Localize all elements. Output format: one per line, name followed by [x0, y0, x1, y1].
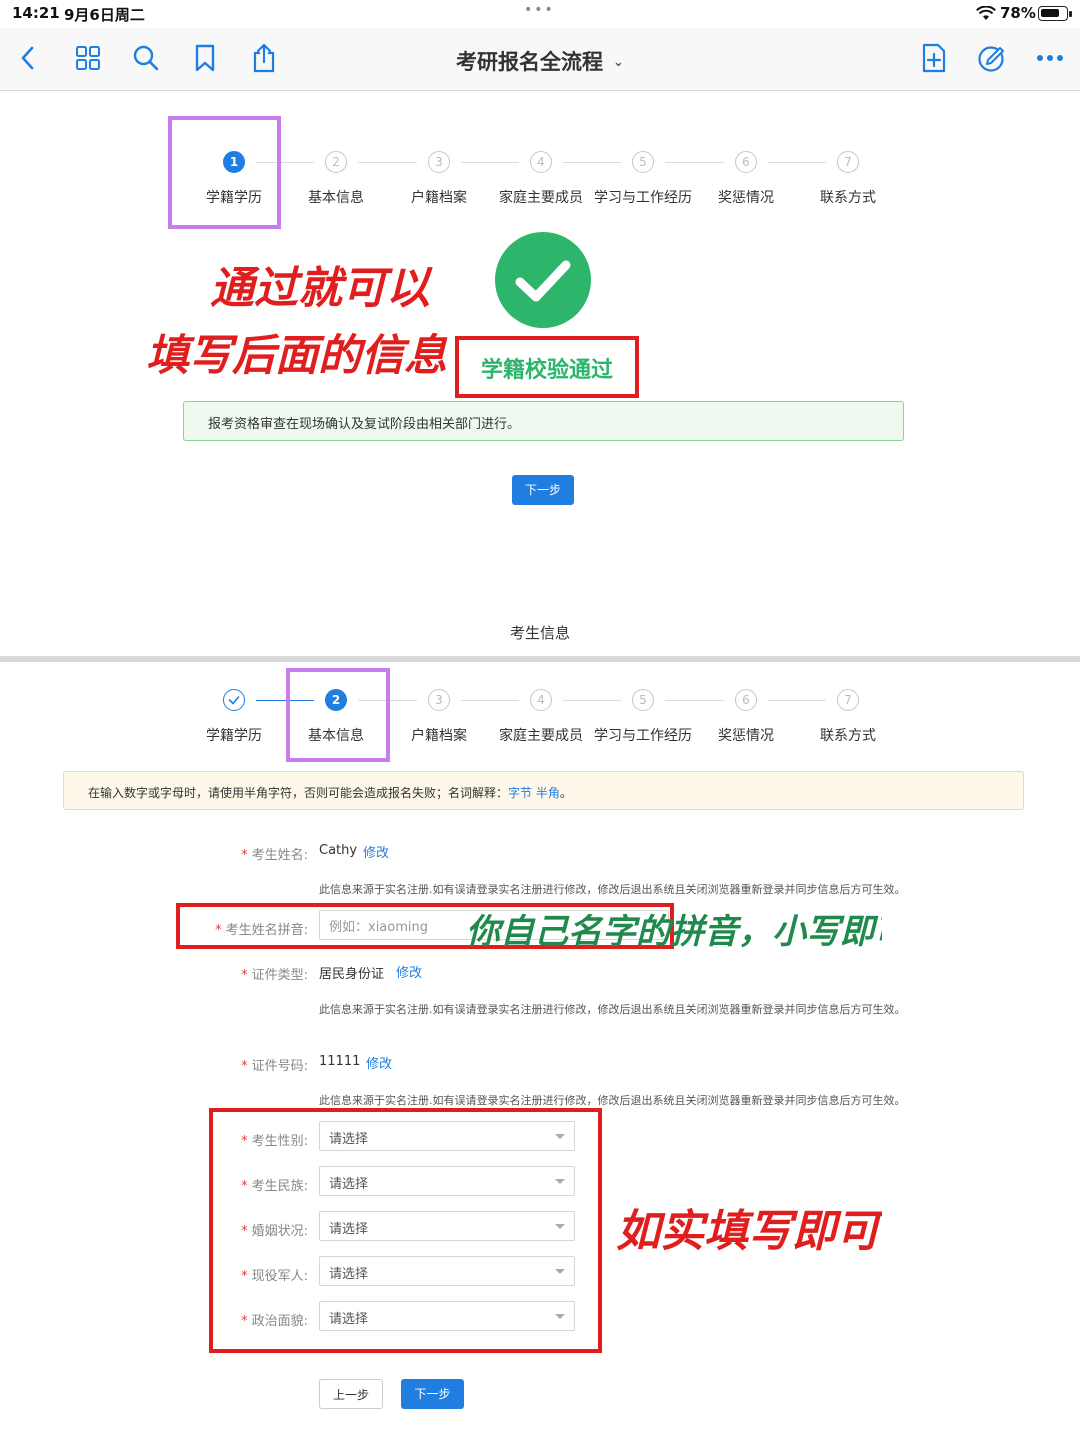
- link-halfwidth[interactable]: 半角: [536, 786, 560, 800]
- required-mark: *: [241, 968, 248, 983]
- id-type-label: * 证件类型:: [148, 964, 308, 983]
- annotation-fill: 如实填写即可: [616, 1206, 882, 1257]
- id-number-label-text: 证件号码:: [251, 1059, 308, 1074]
- document-title-text: 考研报名全流程: [456, 50, 604, 74]
- handwritten-annotation-1: 通过就可以 填写后面的信息了: [146, 263, 450, 381]
- id-type-hint: 此信息来源于实名注册.如有误请登录实名注册进行修改，修改后退出系统且关闭浏览器重…: [319, 1003, 906, 1016]
- battery-icon: [1038, 6, 1072, 21]
- step-number: 3: [428, 151, 450, 173]
- id-type-label-text: 证件类型:: [251, 968, 308, 983]
- edit-name-link[interactable]: 修改: [363, 842, 389, 861]
- annotation-line-2: 填写后面的信息了: [146, 331, 450, 381]
- step-connector: [768, 162, 826, 163]
- step-number: 7: [837, 151, 859, 173]
- step-connector: [563, 162, 621, 163]
- step-label: 奖惩情况: [718, 190, 774, 206]
- eligibility-notice: 报考资格审查在现场确认及复试阶段由相关部门进行。: [183, 401, 904, 441]
- highlight-box-step-2: [286, 668, 390, 762]
- multitask-dots[interactable]: •••: [524, 2, 555, 18]
- markup-icon[interactable]: [976, 42, 1008, 74]
- edit-id-type-link[interactable]: 修改: [396, 962, 422, 981]
- step-connector: [461, 700, 519, 701]
- success-message: 学籍校验通过: [480, 358, 613, 383]
- chevron-down-icon[interactable]: ⌄: [613, 55, 624, 70]
- step-label: 联系方式: [820, 190, 876, 206]
- eligibility-notice-text: 报考资格审查在现场确认及复试阶段由相关部门进行。: [208, 417, 521, 432]
- step-label: 学习与工作经历: [594, 190, 692, 206]
- screenshot-divider: [0, 656, 1080, 662]
- step-connector: [665, 700, 724, 701]
- step-label: 家庭主要成员: [499, 728, 583, 744]
- step-label: 户籍档案: [411, 190, 467, 206]
- id-number-value: 11111: [319, 1054, 361, 1069]
- step-connector: [461, 162, 519, 163]
- handwritten-annotation-fill: 如实填写即可: [616, 1206, 882, 1257]
- annotation-pinyin: 你自己名字的拼音，小写即可: [466, 912, 882, 952]
- name-label-text: 考生姓名:: [251, 848, 308, 863]
- step-number: 6: [735, 689, 757, 711]
- prev-step-button[interactable]: 上一步: [319, 1379, 383, 1409]
- add-page-icon[interactable]: [918, 42, 950, 74]
- battery-fill: [1041, 9, 1059, 17]
- step-number: 7: [837, 689, 859, 711]
- id-number-hint: 此信息来源于实名注册.如有误请登录实名注册进行修改，修改后退出系统且关闭浏览器重…: [319, 1094, 906, 1107]
- step-label: 联系方式: [820, 728, 876, 744]
- step-number: 4: [530, 151, 552, 173]
- step-number: 5: [632, 151, 654, 173]
- step-number: 4: [530, 689, 552, 711]
- handwritten-annotation-pinyin: 你自己名字的拼音，小写即可: [466, 912, 882, 952]
- step-label: 奖惩情况: [718, 728, 774, 744]
- link-byte[interactable]: 字节: [508, 786, 532, 800]
- step-connector: [358, 162, 417, 163]
- required-mark: *: [241, 1059, 248, 1074]
- highlight-box-selects: [209, 1108, 602, 1353]
- halfwidth-notice: 在输入数字或字母时，请使用半角字符，否则可能会造成报名失败；名词解释：字节 半角…: [63, 771, 1024, 810]
- notice-end: 。: [559, 786, 572, 800]
- annotation-line-1: 通过就可以: [210, 263, 433, 314]
- step-number: 3: [428, 689, 450, 711]
- status-bar: 14:21 9月6日周二 ••• 78%: [0, 0, 1080, 28]
- name-label: * 考生姓名:: [148, 844, 308, 863]
- status-time: 14:21: [12, 4, 60, 22]
- wifi-icon: [976, 5, 996, 25]
- step-label: 户籍档案: [411, 728, 467, 744]
- step-label: 学籍学历: [206, 728, 262, 744]
- more-icon[interactable]: [1034, 42, 1066, 74]
- check-circle-icon: [495, 232, 591, 328]
- next-step-button-1[interactable]: 下一步: [512, 475, 574, 505]
- stepper-section-1: 1 学籍学历 2 基本信息 3 户籍档案 4 家庭主要成员 5 学习与工作经历 6 奖惩情况 7 联系方式: [0, 140, 1080, 220]
- step-label: 学习与工作经历: [594, 728, 692, 744]
- section-title: 考生信息: [509, 624, 570, 642]
- step-number: 6: [735, 151, 757, 173]
- stepper-section-2: 学籍学历 2 基本信息 3 户籍档案 4 家庭主要成员 5 学习与工作经历 6 奖惩情况 7 联系方式: [0, 678, 1080, 758]
- step-connector: [563, 700, 621, 701]
- next-step-button-2[interactable]: 下一步: [401, 1379, 464, 1409]
- step-label: 家庭主要成员: [499, 190, 583, 206]
- status-date: 9月6日周二: [64, 6, 145, 24]
- halfwidth-notice-text: 在输入数字或字母时，请使用半角字符，否则可能会造成报名失败；名词解释：: [88, 786, 509, 800]
- highlight-box-step-1: [168, 116, 281, 229]
- step-label: 基本信息: [308, 190, 364, 206]
- edit-id-number-link[interactable]: 修改: [366, 1053, 392, 1072]
- required-mark: *: [241, 848, 248, 863]
- step-connector: [665, 162, 724, 163]
- step-connector: [768, 700, 826, 701]
- check-icon: [223, 689, 245, 711]
- app-toolbar: 考研报名全流程 ⌄: [0, 28, 1080, 91]
- step-number: 2: [325, 151, 347, 173]
- step-number: 5: [632, 689, 654, 711]
- name-value: Cathy: [319, 843, 358, 858]
- id-number-label: * 证件号码:: [148, 1055, 308, 1074]
- id-type-value: 居民身份证: [319, 967, 385, 982]
- battery-percent: 78%: [1000, 4, 1036, 22]
